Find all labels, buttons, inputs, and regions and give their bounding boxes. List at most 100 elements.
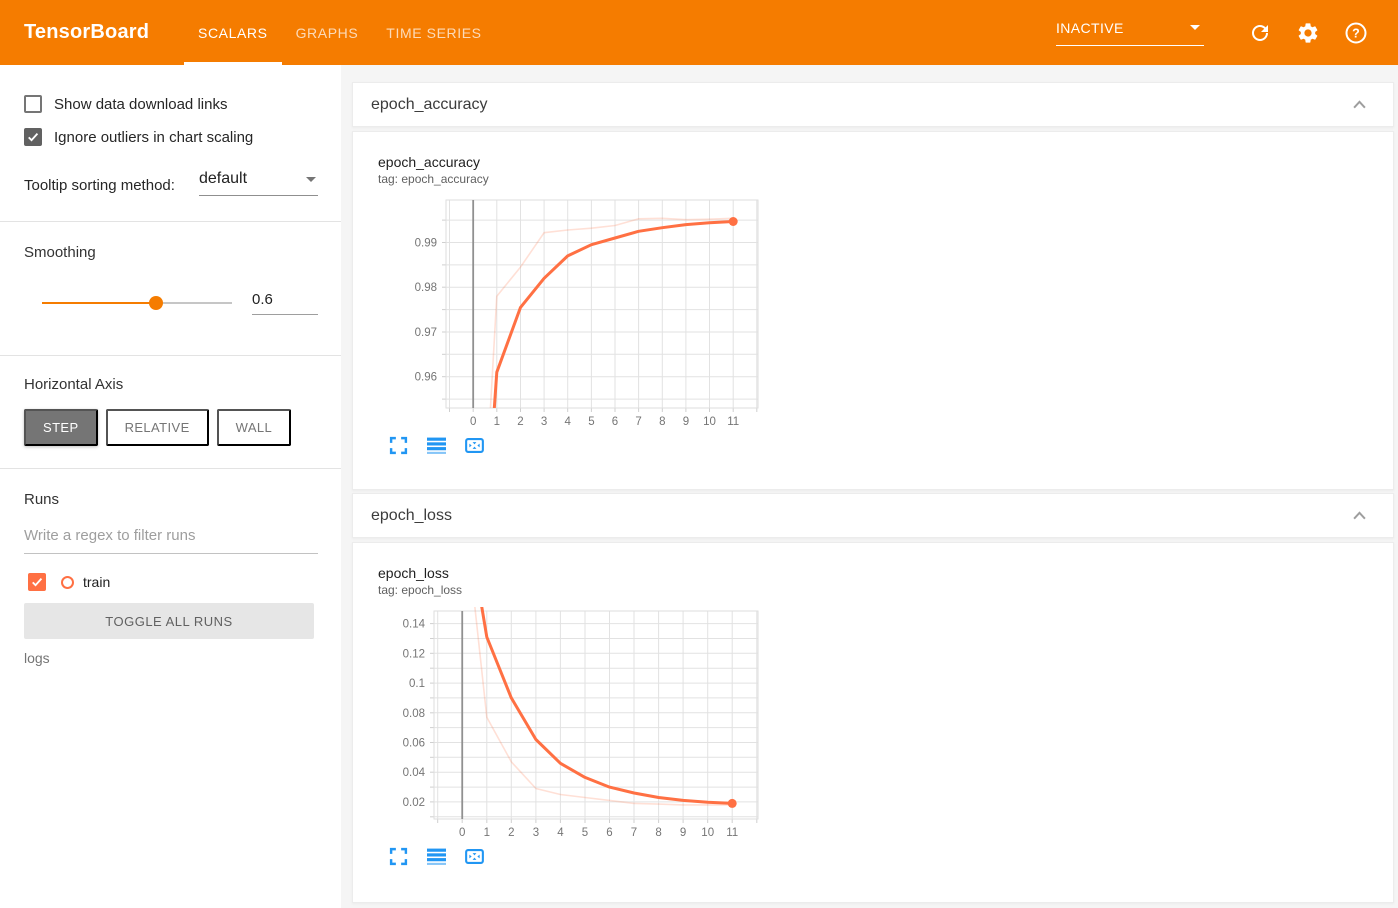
runs-footer-logs: logs xyxy=(24,650,50,666)
svg-text:8: 8 xyxy=(655,827,661,839)
show-download-links-checkbox-row[interactable]: Show data download links xyxy=(24,95,318,113)
smoothing-label: Smoothing xyxy=(24,244,96,261)
svg-text:6: 6 xyxy=(612,416,618,428)
settings-sidebar: Show data download links Ignore outliers… xyxy=(0,65,341,908)
run-item-train[interactable]: train xyxy=(28,573,318,591)
fit-domain-button[interactable] xyxy=(465,847,484,866)
fit-domain-button[interactable] xyxy=(465,436,484,455)
svg-text:2: 2 xyxy=(508,827,514,839)
tab-time-series[interactable]: TIME SERIES xyxy=(372,0,495,65)
tooltip-sorting-select[interactable]: default xyxy=(199,170,318,196)
svg-text:0.96: 0.96 xyxy=(415,372,437,384)
tooltip-sorting-label: Tooltip sorting method: xyxy=(24,177,175,194)
help-button[interactable]: ? xyxy=(1344,21,1368,45)
ignore-outliers-label: Ignore outliers in chart scaling xyxy=(54,128,254,146)
card-header-epoch-loss[interactable]: epoch_loss xyxy=(352,493,1394,538)
card-body-epoch-loss: epoch_loss tag: epoch_loss 0.02 0.04 0.06 0… xyxy=(352,542,1394,903)
svg-text:11: 11 xyxy=(726,827,738,839)
expand-icon xyxy=(389,436,408,455)
epoch-loss-chart[interactable]: 0.02 0.04 0.06 0.08 0.1 0.12 0.14 0 1 2 3 4 5 6 7 8 9 10 1… xyxy=(378,603,763,843)
axis-relative-button[interactable]: RELATIVE xyxy=(105,409,209,446)
expand-icon xyxy=(389,847,408,866)
svg-text:1: 1 xyxy=(484,827,490,839)
axis-step-button[interactable]: STEP xyxy=(24,409,98,446)
log-scale-toggle-button[interactable] xyxy=(427,436,446,455)
app-header: TensorBoard SCALARS GRAPHS TIME SERIES I… xyxy=(0,0,1398,65)
svg-text:?: ? xyxy=(1352,26,1360,40)
card-header-epoch-accuracy[interactable]: epoch_accuracy xyxy=(352,82,1394,127)
svg-text:7: 7 xyxy=(631,827,637,839)
tab-scalars-label: SCALARS xyxy=(198,24,268,41)
expand-chart-button[interactable] xyxy=(389,436,408,455)
collapse-button[interactable] xyxy=(1349,506,1369,526)
expand-chart-button[interactable] xyxy=(389,847,408,866)
card-body-epoch-accuracy: epoch_accuracy tag: epoch_accuracy 0.96 0… xyxy=(352,131,1394,490)
app-title: TensorBoard xyxy=(24,21,150,43)
show-download-links-label: Show data download links xyxy=(54,95,228,113)
axis-wall-button[interactable]: WALL xyxy=(216,409,292,446)
gear-icon xyxy=(1298,22,1318,43)
check-icon xyxy=(32,578,43,587)
chart-tag: tag: epoch_accuracy xyxy=(378,172,489,186)
svg-text:0.02: 0.02 xyxy=(403,797,425,809)
show-download-links-checkbox[interactable] xyxy=(24,95,42,113)
svg-text:0.98: 0.98 xyxy=(415,282,437,294)
svg-text:0.04: 0.04 xyxy=(403,767,426,779)
chevron-down-icon xyxy=(1190,25,1200,30)
refresh-icon xyxy=(1252,24,1268,41)
horizontal-axis-label: Horizontal Axis xyxy=(24,376,124,393)
smoothing-slider-fill xyxy=(42,302,156,304)
ignore-outliers-checkbox-row[interactable]: Ignore outliers in chart scaling xyxy=(24,128,318,146)
svg-text:0: 0 xyxy=(459,827,465,839)
tab-graphs[interactable]: GRAPHS xyxy=(282,0,373,65)
chart-toolbar xyxy=(389,847,1393,866)
svg-text:2: 2 xyxy=(517,416,523,428)
ignore-outliers-checkbox[interactable] xyxy=(24,128,42,146)
runs-filter-input[interactable] xyxy=(24,527,318,554)
svg-text:5: 5 xyxy=(588,416,594,428)
svg-text:0: 0 xyxy=(470,416,476,428)
smoothing-value[interactable]: 0.6 xyxy=(252,291,318,315)
card-title: epoch_accuracy xyxy=(371,95,488,113)
svg-text:7: 7 xyxy=(635,416,641,428)
tab-bar: SCALARS GRAPHS TIME SERIES xyxy=(184,0,496,65)
svg-text:4: 4 xyxy=(564,416,571,428)
toggle-all-runs-button[interactable]: TOGGLE ALL RUNS xyxy=(24,603,314,639)
collapse-button[interactable] xyxy=(1349,95,1369,115)
chart-title: epoch_accuracy xyxy=(378,154,480,170)
settings-button[interactable] xyxy=(1296,21,1320,45)
status-dropdown[interactable]: INACTIVE xyxy=(1056,20,1204,46)
log-scale-lines-icon xyxy=(427,848,446,865)
chart-toolbar xyxy=(389,436,1393,455)
svg-text:9: 9 xyxy=(683,416,689,428)
svg-text:3: 3 xyxy=(533,827,539,839)
svg-text:0.97: 0.97 xyxy=(415,327,437,339)
chevron-down-icon xyxy=(306,176,316,182)
status-dropdown-value: INACTIVE xyxy=(1056,19,1124,36)
chart-title: epoch_loss xyxy=(378,565,449,581)
epoch-accuracy-chart[interactable]: 0.96 0.97 0.98 0.99 0 1 2 3 4 5 6 7 8 9 10 11 xyxy=(378,192,763,432)
runs-label: Runs xyxy=(24,491,60,508)
run-train-checkbox[interactable] xyxy=(28,573,46,591)
svg-text:9: 9 xyxy=(680,827,686,839)
fit-domain-icon xyxy=(465,848,484,865)
tooltip-sorting-value: default xyxy=(199,170,248,187)
main-content: epoch_accuracy epoch_accuracy tag: epoch… xyxy=(341,65,1398,908)
help-icon: ? xyxy=(1345,22,1367,43)
smoothing-slider-knob[interactable] xyxy=(149,296,163,310)
svg-text:11: 11 xyxy=(727,416,739,428)
refresh-button[interactable] xyxy=(1248,21,1272,45)
svg-text:0.08: 0.08 xyxy=(403,708,425,720)
svg-text:0.99: 0.99 xyxy=(415,238,437,250)
card-title: epoch_loss xyxy=(371,506,452,524)
tab-graphs-label: GRAPHS xyxy=(295,24,359,41)
svg-text:3: 3 xyxy=(541,416,547,428)
chevron-up-icon xyxy=(1352,511,1366,520)
svg-text:6: 6 xyxy=(606,827,612,839)
smoothing-slider[interactable] xyxy=(42,296,232,310)
svg-text:0.06: 0.06 xyxy=(403,738,425,750)
svg-text:0.1: 0.1 xyxy=(409,678,425,690)
log-scale-toggle-button[interactable] xyxy=(427,847,446,866)
tab-scalars[interactable]: SCALARS xyxy=(184,0,282,65)
run-train-label: train xyxy=(83,574,111,590)
